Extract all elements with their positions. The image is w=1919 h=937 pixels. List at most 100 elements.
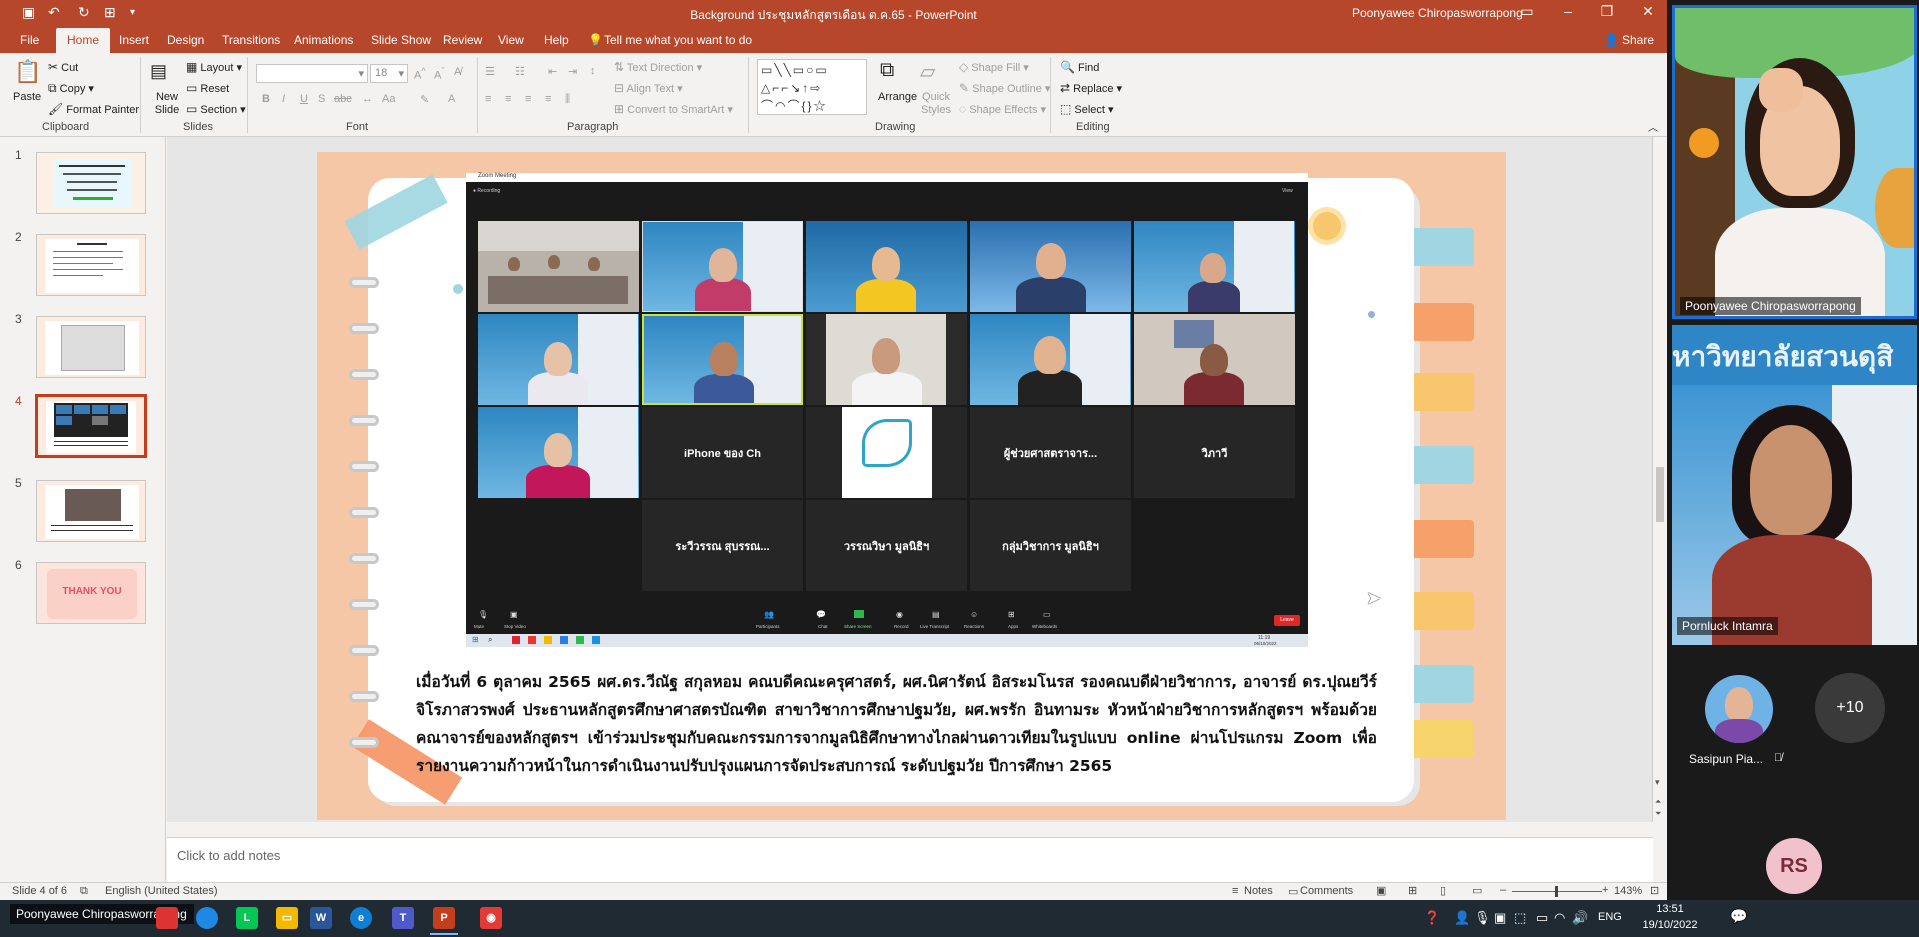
- align-text-button[interactable]: ⊟ Align Text ▾: [614, 81, 683, 95]
- font-color-icon[interactable]: A: [448, 93, 455, 105]
- powerpoint-icon[interactable]: P: [433, 907, 455, 929]
- shadow-icon[interactable]: S: [318, 93, 325, 105]
- microphone-icon[interactable]: 🎙: [1474, 910, 1491, 926]
- zoom-level[interactable]: 143%: [1614, 885, 1642, 897]
- replace-button[interactable]: ⇄ Replace ▾: [1060, 81, 1122, 95]
- copy-button[interactable]: ⧉ Copy ▾: [48, 81, 94, 96]
- find-button[interactable]: 🔍 Find: [1060, 60, 1099, 74]
- tab-home[interactable]: Home: [56, 28, 111, 53]
- restore-button[interactable]: ❐: [1592, 3, 1622, 20]
- collapse-ribbon-icon[interactable]: ︿: [1648, 119, 1658, 134]
- clock-date[interactable]: 19/10/2022: [1640, 919, 1700, 931]
- security-icon[interactable]: ⬚: [1514, 910, 1526, 926]
- paste-icon[interactable]: 📋: [14, 59, 41, 85]
- new-slide-icon[interactable]: ▤: [150, 61, 167, 82]
- share-button[interactable]: Share: [1622, 33, 1654, 47]
- italic-icon[interactable]: I: [282, 93, 285, 105]
- convert-smartart-button[interactable]: ⊞ Convert to SmartArt ▾: [614, 102, 733, 116]
- layout-button[interactable]: ▦ Layout ▾: [186, 60, 242, 74]
- close-button[interactable]: ✕: [1633, 3, 1663, 20]
- zoom-in-icon[interactable]: +: [1602, 884, 1608, 896]
- decrease-indent-icon[interactable]: ⇤: [548, 65, 557, 78]
- normal-view-icon[interactable]: ▣: [1376, 884, 1386, 897]
- change-case-icon[interactable]: Aa: [382, 93, 395, 105]
- fit-to-window-icon[interactable]: ⊡: [1650, 884, 1659, 897]
- active-speaker-video[interactable]: Poonyawee Chiropasworrapong: [1672, 5, 1917, 319]
- numbering-icon[interactable]: ☷: [515, 65, 525, 78]
- zoom-out-icon[interactable]: –: [1500, 884, 1506, 896]
- input-language[interactable]: ENG: [1598, 911, 1622, 923]
- battery-icon[interactable]: ▭: [1536, 910, 1548, 926]
- align-center-icon[interactable]: ≡: [505, 93, 511, 105]
- font-name-box[interactable]: ▾: [256, 64, 368, 83]
- app-icon[interactable]: [196, 907, 218, 929]
- slide-thumbnail-3[interactable]: [36, 316, 146, 378]
- ribbon-display-icon[interactable]: ▭: [1512, 3, 1542, 20]
- avatar-initials[interactable]: RS: [1766, 838, 1822, 894]
- increase-indent-icon[interactable]: ⇥: [568, 65, 577, 78]
- help-icon[interactable]: ❓: [1424, 910, 1440, 926]
- participant-video[interactable]: หาวิทยาลัยสวนดุสิ Pornluck Intamra: [1672, 325, 1917, 645]
- zoom-screenshot[interactable]: Zoom Meeting ● Recording View iPhone ของ…: [466, 173, 1308, 647]
- zoom-slider-thumb[interactable]: [1555, 886, 1558, 897]
- bold-icon[interactable]: B: [262, 93, 270, 105]
- language-status[interactable]: English (United States): [105, 885, 218, 897]
- format-painter-button[interactable]: 🖌 Format Painter: [48, 102, 139, 116]
- tab-transitions[interactable]: Transitions: [222, 33, 280, 47]
- char-spacing-icon[interactable]: ↔: [362, 93, 373, 105]
- new-slide-button[interactable]: New Slide: [150, 91, 184, 117]
- slide-thumbnail-2[interactable]: [36, 234, 146, 296]
- comments-button[interactable]: Comments: [1300, 885, 1353, 897]
- select-button[interactable]: ⬚ Select ▾: [1060, 102, 1114, 116]
- slide-thumbnail-1[interactable]: [36, 152, 146, 214]
- notes-button[interactable]: Notes: [1244, 885, 1273, 897]
- slideshow-view-icon[interactable]: ▭: [1472, 884, 1482, 897]
- slide-thumbnail-6[interactable]: THANK YOU: [36, 562, 146, 624]
- edge-icon[interactable]: e: [350, 907, 372, 929]
- camera-icon[interactable]: ◉: [480, 907, 502, 929]
- highlight-icon[interactable]: ✎: [420, 93, 429, 106]
- justify-icon[interactable]: ≡: [545, 93, 551, 105]
- columns-icon[interactable]: ⫼: [565, 93, 570, 106]
- teams-icon[interactable]: T: [392, 907, 414, 929]
- network-icon[interactable]: ▣: [1494, 910, 1506, 926]
- more-participants-button[interactable]: +10: [1815, 673, 1885, 743]
- tab-animations[interactable]: Animations: [294, 33, 353, 47]
- wifi-icon[interactable]: ◠: [1554, 910, 1565, 926]
- cut-button[interactable]: ✂ Cut: [48, 60, 78, 74]
- tab-design[interactable]: Design: [167, 33, 204, 47]
- underline-icon[interactable]: U: [300, 93, 308, 105]
- reset-button[interactable]: ▭ Reset: [186, 81, 229, 95]
- bullets-icon[interactable]: ☰: [485, 65, 495, 78]
- next-slide-icon[interactable]: ⏷: [1655, 809, 1661, 819]
- word-icon[interactable]: W: [310, 907, 332, 929]
- volume-icon[interactable]: 🔊: [1572, 910, 1588, 926]
- paste-button[interactable]: Paste: [13, 91, 41, 103]
- clock-time[interactable]: 13:51: [1640, 903, 1700, 915]
- quick-styles-button[interactable]: Quick Styles: [920, 91, 952, 117]
- shape-fill-button[interactable]: ◇ Shape Fill ▾: [959, 60, 1029, 74]
- person-icon[interactable]: 👤: [1454, 910, 1470, 926]
- arrange-button[interactable]: Arrange: [878, 91, 917, 103]
- tab-file[interactable]: File: [20, 33, 39, 47]
- scroll-down-icon[interactable]: ▾: [1655, 777, 1660, 788]
- tell-me-search[interactable]: Tell me what you want to do: [604, 33, 752, 47]
- tab-help[interactable]: Help: [544, 33, 569, 47]
- account-name[interactable]: Poonyawee Chiropasworrapong: [1352, 6, 1523, 20]
- file-explorer-icon[interactable]: ▭: [276, 907, 298, 929]
- accessibility-icon[interactable]: ⧉: [80, 885, 88, 898]
- avatar[interactable]: [1705, 675, 1773, 743]
- shape-effects-button[interactable]: ◌ Shape Effects ▾: [959, 102, 1046, 116]
- strikethrough-icon[interactable]: abc: [334, 93, 352, 105]
- scrollbar-thumb[interactable]: [1656, 467, 1664, 522]
- tab-view[interactable]: View: [498, 33, 524, 47]
- tab-review[interactable]: Review: [443, 33, 482, 47]
- slide-caption-textbox[interactable]: เมื่อวันที่ 6 ตุลาคม 2565 ผศ.ดร.วีณัฐ สก…: [416, 668, 1377, 780]
- arrange-icon[interactable]: ⧉: [880, 59, 894, 82]
- slide-sorter-icon[interactable]: ⊞: [1408, 884, 1417, 897]
- section-button[interactable]: ▭ Section ▾: [186, 102, 246, 116]
- reading-view-icon[interactable]: ▯: [1440, 884, 1446, 897]
- quick-styles-icon[interactable]: ▱: [920, 59, 935, 84]
- font-grow-icon[interactable]: A^: [414, 66, 426, 82]
- vertical-scrollbar[interactable]: ▾ ⏶ ⏷: [1654, 137, 1667, 822]
